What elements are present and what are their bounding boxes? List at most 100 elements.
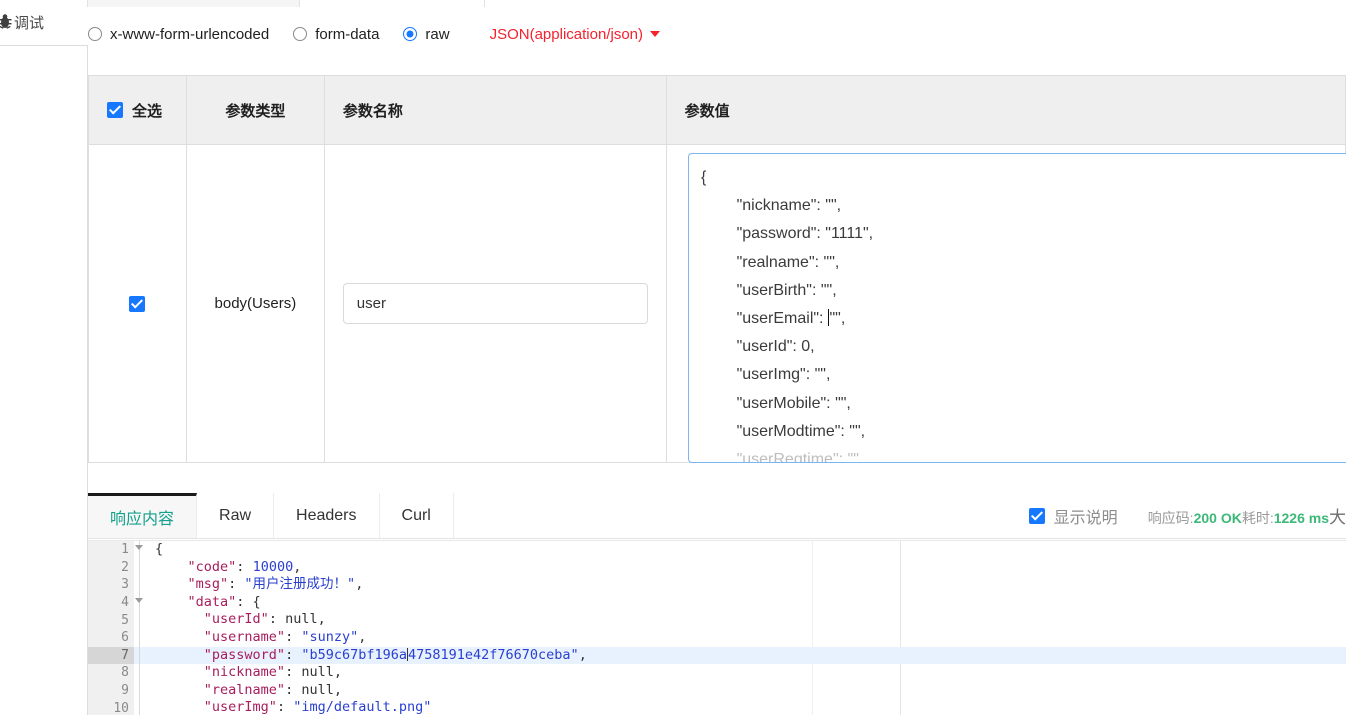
tab-raw[interactable]: Raw <box>197 493 275 538</box>
line-number: 5 <box>88 611 134 629</box>
strip-seg-4 <box>485 0 1346 7</box>
header-select-all[interactable]: 全选 <box>89 76 187 144</box>
tab-raw-label: Raw <box>219 506 252 524</box>
line-number: 10 <box>88 699 134 715</box>
code-text: "userImg": "img/default.png" <box>203 699 432 715</box>
header-param-value: 参数值 <box>667 76 1346 144</box>
gutter-divider <box>139 611 155 629</box>
raw-body-textarea[interactable]: { "nickname": "", "password": "1111", "r… <box>688 153 1346 463</box>
strip-seg-2 <box>88 0 300 7</box>
param-name-input[interactable] <box>342 283 648 324</box>
radio-dot-urlencoded <box>88 27 102 41</box>
code-line: 5 "userId": null, <box>88 611 1346 629</box>
content-type-dropdown[interactable]: JSON(application/json) <box>490 26 660 43</box>
line-number: 1 <box>88 541 143 559</box>
code-text: "password": "b59c67bf196a4758191e42f7667… <box>203 646 587 663</box>
show-description-label: 显示说明 <box>1053 509 1118 527</box>
code-line: 6 "username": "sunzy", <box>88 628 1346 647</box>
show-description-toggle[interactable]: 显示说明 <box>1028 504 1118 528</box>
code-line: 2 "code": 10000, <box>88 558 1346 577</box>
status-trailing-cut: 大 <box>1329 508 1346 527</box>
line-number: 6 <box>88 628 134 647</box>
code-text: "data": { <box>187 593 261 610</box>
code-line: 9 "realname": null, <box>88 681 1346 700</box>
line-number: 8 <box>88 664 134 682</box>
row-select-cell[interactable] <box>89 145 187 463</box>
line-number: 4 <box>88 593 143 612</box>
response-meta: 显示说明 响应码:200 OK耗时:1226 ms大 <box>1028 503 1346 528</box>
status-code-prefix: 响应码: <box>1147 510 1194 526</box>
code-text: "code": 10000, <box>187 558 302 575</box>
debug-panel: 调试 x-www-form-urlencoded form-data raw J… <box>0 0 1346 715</box>
status-badge: 响应码:200 OK耗时:1226 ms大 <box>1148 503 1346 528</box>
chevron-down-icon <box>650 31 660 37</box>
header-param-value-label: 参数值 <box>684 102 730 120</box>
code-text: { <box>155 541 164 557</box>
raw-line-with-caret: "userEmail": "", <box>701 309 846 328</box>
code-line: 1{ <box>88 541 1346 559</box>
params-table-header: 全选 参数类型 参数名称 参数值 <box>89 76 1346 145</box>
select-all-label: 全选 <box>132 102 163 120</box>
tab-headers-label: Headers <box>296 506 357 524</box>
raw-line: "nickname": "", <box>701 197 842 215</box>
code-line: 3 "msg": "用户注册成功！", <box>88 576 1346 594</box>
fold-toggle-icon[interactable] <box>135 545 143 550</box>
gutter-divider <box>139 576 155 594</box>
radio-dot-form-data <box>293 27 308 41</box>
tab-curl-label: Curl <box>401 506 431 524</box>
strip-seg-3 <box>300 0 485 7</box>
raw-line: "realname": "", <box>701 253 840 271</box>
code-text: "userId": null, <box>203 611 326 628</box>
header-param-type-label: 参数类型 <box>225 102 286 120</box>
tab-response-content-label: 响应内容 <box>110 511 175 528</box>
gutter-divider <box>139 664 155 682</box>
raw-line: "userModtime": "", <box>701 422 866 440</box>
row-param-type-label: body(Users) <box>214 295 297 312</box>
status-code-value: 200 OK <box>1193 510 1242 526</box>
tab-response-content[interactable]: 响应内容 <box>88 493 198 538</box>
line-number: 7 <box>88 646 134 665</box>
code-text: "msg": "用户注册成功！", <box>187 576 364 593</box>
code-text: "realname": null, <box>203 681 342 698</box>
tab-headers[interactable]: Headers <box>274 493 380 538</box>
gutter-divider <box>139 628 155 647</box>
raw-line: { <box>701 169 707 186</box>
radio-form-data[interactable]: form-data <box>293 27 379 42</box>
code-line: 4 "data": { <box>88 593 1346 612</box>
bug-icon <box>0 13 12 31</box>
elapsed-value: 1226 ms <box>1273 510 1329 526</box>
fold-toggle-icon[interactable] <box>135 597 143 603</box>
line-number: 2 <box>88 558 134 577</box>
left-rail <box>0 45 88 715</box>
code-line: 7 "password": "b59c67bf196a4758191e42f76… <box>88 646 1346 665</box>
row-param-type-cell: body(Users) <box>186 145 325 463</box>
text-cursor <box>827 309 830 327</box>
code-lines: 1{2 "code": 10000, 3 "msg": "用户注册成功！", 4 "… <box>88 541 1346 715</box>
raw-line: "userId": 0, <box>701 338 815 356</box>
radio-label-form-data: form-data <box>315 25 380 43</box>
radio-label-urlencoded: x-www-form-urlencoded <box>110 25 270 43</box>
code-line: 8 "nickname": null, <box>88 664 1346 682</box>
select-all-checkbox[interactable] <box>107 102 123 118</box>
elapsed-prefix: 耗时: <box>1241 510 1274 526</box>
gutter-divider <box>139 646 155 665</box>
header-param-type: 参数类型 <box>187 76 325 144</box>
radio-raw[interactable]: raw <box>403 27 450 42</box>
raw-line: "userBirth": "", <box>701 281 837 299</box>
header-param-name: 参数名称 <box>325 76 667 144</box>
radio-x-www-form-urlencoded[interactable]: x-www-form-urlencoded <box>88 27 269 42</box>
top-tabstrip-remnant <box>0 0 1346 7</box>
gutter-divider <box>139 681 155 700</box>
tab-curl[interactable]: Curl <box>379 493 454 538</box>
gutter-divider <box>139 699 155 715</box>
show-description-checkbox[interactable] <box>1028 507 1045 524</box>
gutter-divider <box>139 558 155 577</box>
body-type-radio-group: x-www-form-urlencoded form-data raw JSON… <box>88 18 660 50</box>
response-code-viewer[interactable]: 1{2 "code": 10000, 3 "msg": "用户注册成功！", 4 "… <box>88 540 1346 715</box>
debug-title-text: 调试 <box>14 14 45 32</box>
code-text: "username": "sunzy", <box>203 628 367 645</box>
row-checkbox[interactable] <box>129 295 146 312</box>
raw-line: "userImg": "", <box>701 366 831 384</box>
content-type-label: JSON(application/json) <box>489 25 643 43</box>
line-number: 9 <box>88 681 134 700</box>
